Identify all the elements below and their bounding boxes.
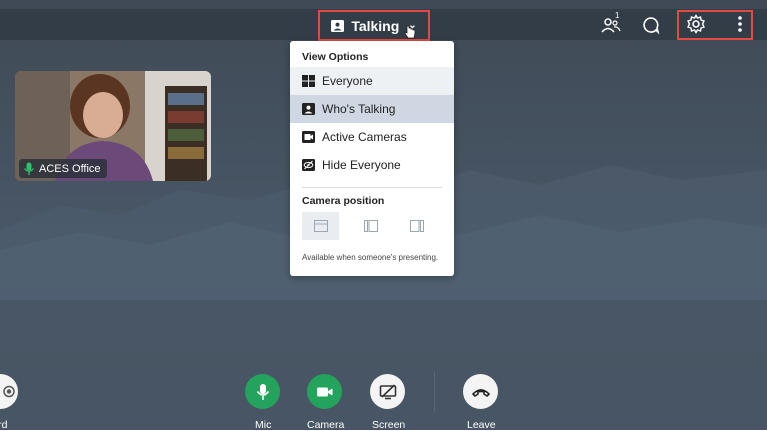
grid-icon xyxy=(302,75,315,87)
control-separator xyxy=(434,371,435,411)
participants-button[interactable]: 1 xyxy=(596,11,626,36)
camera-position-note: Available when someone's presenting. xyxy=(302,253,439,262)
mic-label: Mic xyxy=(255,419,272,431)
menu-item-label: Hide Everyone xyxy=(322,158,401,172)
menu-item-active-cameras[interactable]: Active Cameras xyxy=(290,123,454,151)
camera-label: Camera xyxy=(307,419,345,431)
participant-name: ACES Office xyxy=(39,162,101,175)
top-strip-icon xyxy=(313,220,328,232)
screen-share-button[interactable] xyxy=(370,374,405,409)
screen-share-off-icon xyxy=(379,383,396,399)
record-icon xyxy=(3,385,15,398)
right-strip-icon xyxy=(409,220,424,232)
record-label: cord xyxy=(0,419,8,431)
speaker-view-icon xyxy=(331,19,345,32)
menu-item-label: Active Cameras xyxy=(322,130,407,144)
mic-button[interactable] xyxy=(245,374,280,409)
mic-icon xyxy=(256,383,269,400)
chat-button[interactable] xyxy=(640,14,662,36)
menu-item-label: Who's Talking xyxy=(322,102,396,116)
menu-item-everyone[interactable]: Everyone xyxy=(290,67,454,95)
participant-count: 1 xyxy=(615,11,620,20)
view-options-title: View Options xyxy=(302,51,369,63)
record-button[interactable] xyxy=(0,374,18,409)
camera-position-top[interactable] xyxy=(302,212,339,240)
menu-divider xyxy=(302,187,442,188)
menu-item-hide-everyone[interactable]: Hide Everyone xyxy=(290,151,454,179)
kebab-menu-icon[interactable] xyxy=(735,14,745,34)
participant-name-label: ACES Office xyxy=(19,159,107,178)
menu-item-whos-talking[interactable]: Who's Talking xyxy=(290,95,454,123)
mic-icon xyxy=(23,162,35,175)
leave-label: Leave xyxy=(467,419,496,431)
video-camera-icon xyxy=(316,387,332,396)
camera-position-left[interactable] xyxy=(352,212,389,240)
camera-position-right[interactable] xyxy=(398,212,435,240)
menu-item-label: Everyone xyxy=(322,74,373,88)
leave-button[interactable] xyxy=(463,374,498,409)
camera-position-title: Camera position xyxy=(302,195,385,207)
hand-cursor-icon xyxy=(404,25,416,39)
view-options-menu: View Options Everyone Who's Talking Acti… xyxy=(290,41,454,276)
screen-label: Screen xyxy=(372,419,406,431)
chat-icon xyxy=(643,17,660,34)
left-strip-icon xyxy=(363,220,378,232)
camera-button[interactable] xyxy=(307,374,342,409)
camera-box-icon xyxy=(302,131,315,143)
hang-up-icon xyxy=(471,388,490,397)
speaker-view-icon xyxy=(302,103,315,115)
gear-icon[interactable] xyxy=(686,14,706,34)
eye-off-icon xyxy=(302,159,315,171)
layout-button-label: Talking xyxy=(351,17,400,34)
